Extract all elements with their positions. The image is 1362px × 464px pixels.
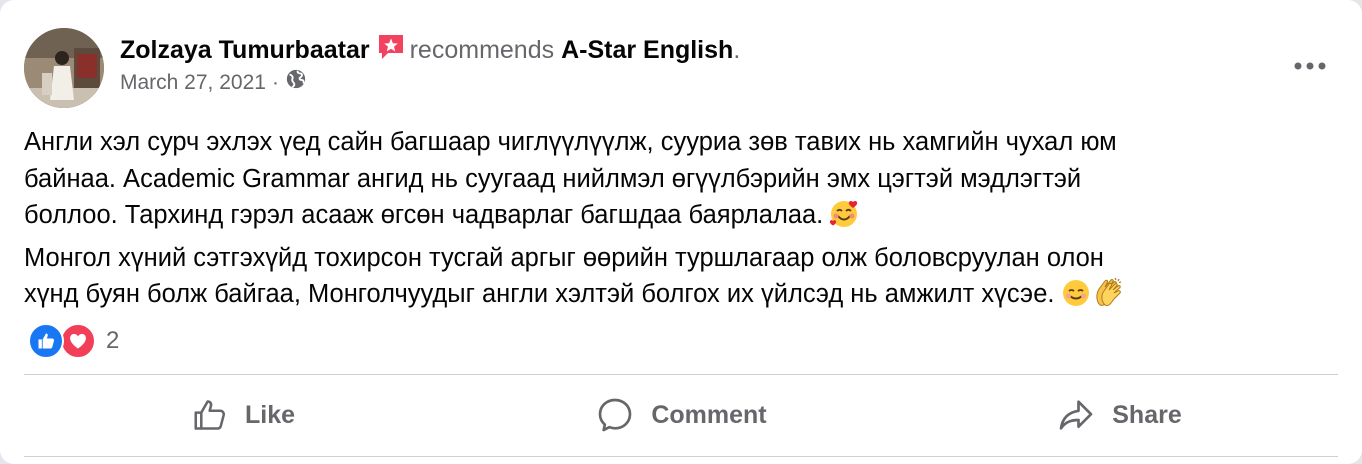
star-flag-icon — [376, 32, 406, 70]
post-body-line: байнаа. Academic Grammar ангид нь суугаа… — [24, 164, 1082, 193]
reactions-summary[interactable]: 2 — [28, 322, 119, 360]
action-bar: Like Comment Share — [24, 377, 1338, 453]
post-title-line: Zolzaya Tumurbaatar recommends A-Star Eng… — [120, 32, 740, 70]
page-name-link[interactable]: A-Star English — [561, 36, 733, 64]
divider — [24, 456, 1338, 457]
more-options-icon — [1294, 57, 1326, 75]
post-card: Zolzaya Tumurbaatar recommends A-Star Eng… — [0, 0, 1362, 464]
post-date[interactable]: March 27, 2021 — [120, 69, 266, 97]
divider — [24, 374, 1338, 375]
meta-separator: · — [271, 71, 279, 94]
author-name[interactable]: Zolzaya Tumurbaatar — [120, 36, 370, 64]
clapping-hands-emoji — [1093, 276, 1125, 319]
post-header: Zolzaya Tumurbaatar recommends A-Star Eng… — [24, 28, 1338, 108]
smiling-face-with-hearts-emoji — [829, 199, 859, 240]
title-period: . — [733, 36, 741, 64]
share-icon — [1059, 400, 1093, 430]
share-button[interactable]: Share — [900, 377, 1338, 453]
comment-icon — [599, 398, 632, 432]
post-meta: March 27, 2021 · — [120, 68, 307, 98]
smiling-face-emoji — [1061, 278, 1091, 319]
like-reaction-icon — [28, 323, 64, 359]
like-button[interactable]: Like — [24, 377, 462, 453]
comment-button[interactable]: Comment — [462, 377, 900, 453]
post-body-line-text: хүнд буян болж байгаа, Монголчуудыг англ… — [24, 280, 1055, 308]
more-options-button[interactable] — [1290, 50, 1330, 82]
globe-icon[interactable] — [285, 68, 307, 98]
post-body: Англи хэл сурч эхлэх үед сайн багшаар чи… — [24, 124, 1334, 319]
share-label: Share — [1112, 400, 1182, 429]
post-body-line-text: боллоо. Тархинд гэрэл асааж өгсөн чадвар… — [24, 201, 824, 229]
post-body-line: хүнд буян болж байгаа, Монголчуудыг англ… — [24, 276, 1334, 319]
like-label: Like — [244, 400, 296, 429]
comment-label: Comment — [651, 400, 767, 429]
thumbs-up-icon — [194, 400, 226, 430]
post-body-line: боллоо. Тархинд гэрэл асааж өгсөн чадвар… — [24, 197, 1334, 240]
post-body-line: Монгол хүний сэтгэхүйд тохирсон тусгай а… — [24, 243, 1104, 272]
post-body-line: Англи хэл сурч эхлэх үед сайн багшаар чи… — [24, 128, 1117, 156]
recommends-text: recommends — [409, 36, 555, 64]
reaction-count[interactable]: 2 — [106, 327, 119, 355]
avatar[interactable] — [24, 28, 104, 108]
love-reaction-icon — [60, 323, 96, 359]
